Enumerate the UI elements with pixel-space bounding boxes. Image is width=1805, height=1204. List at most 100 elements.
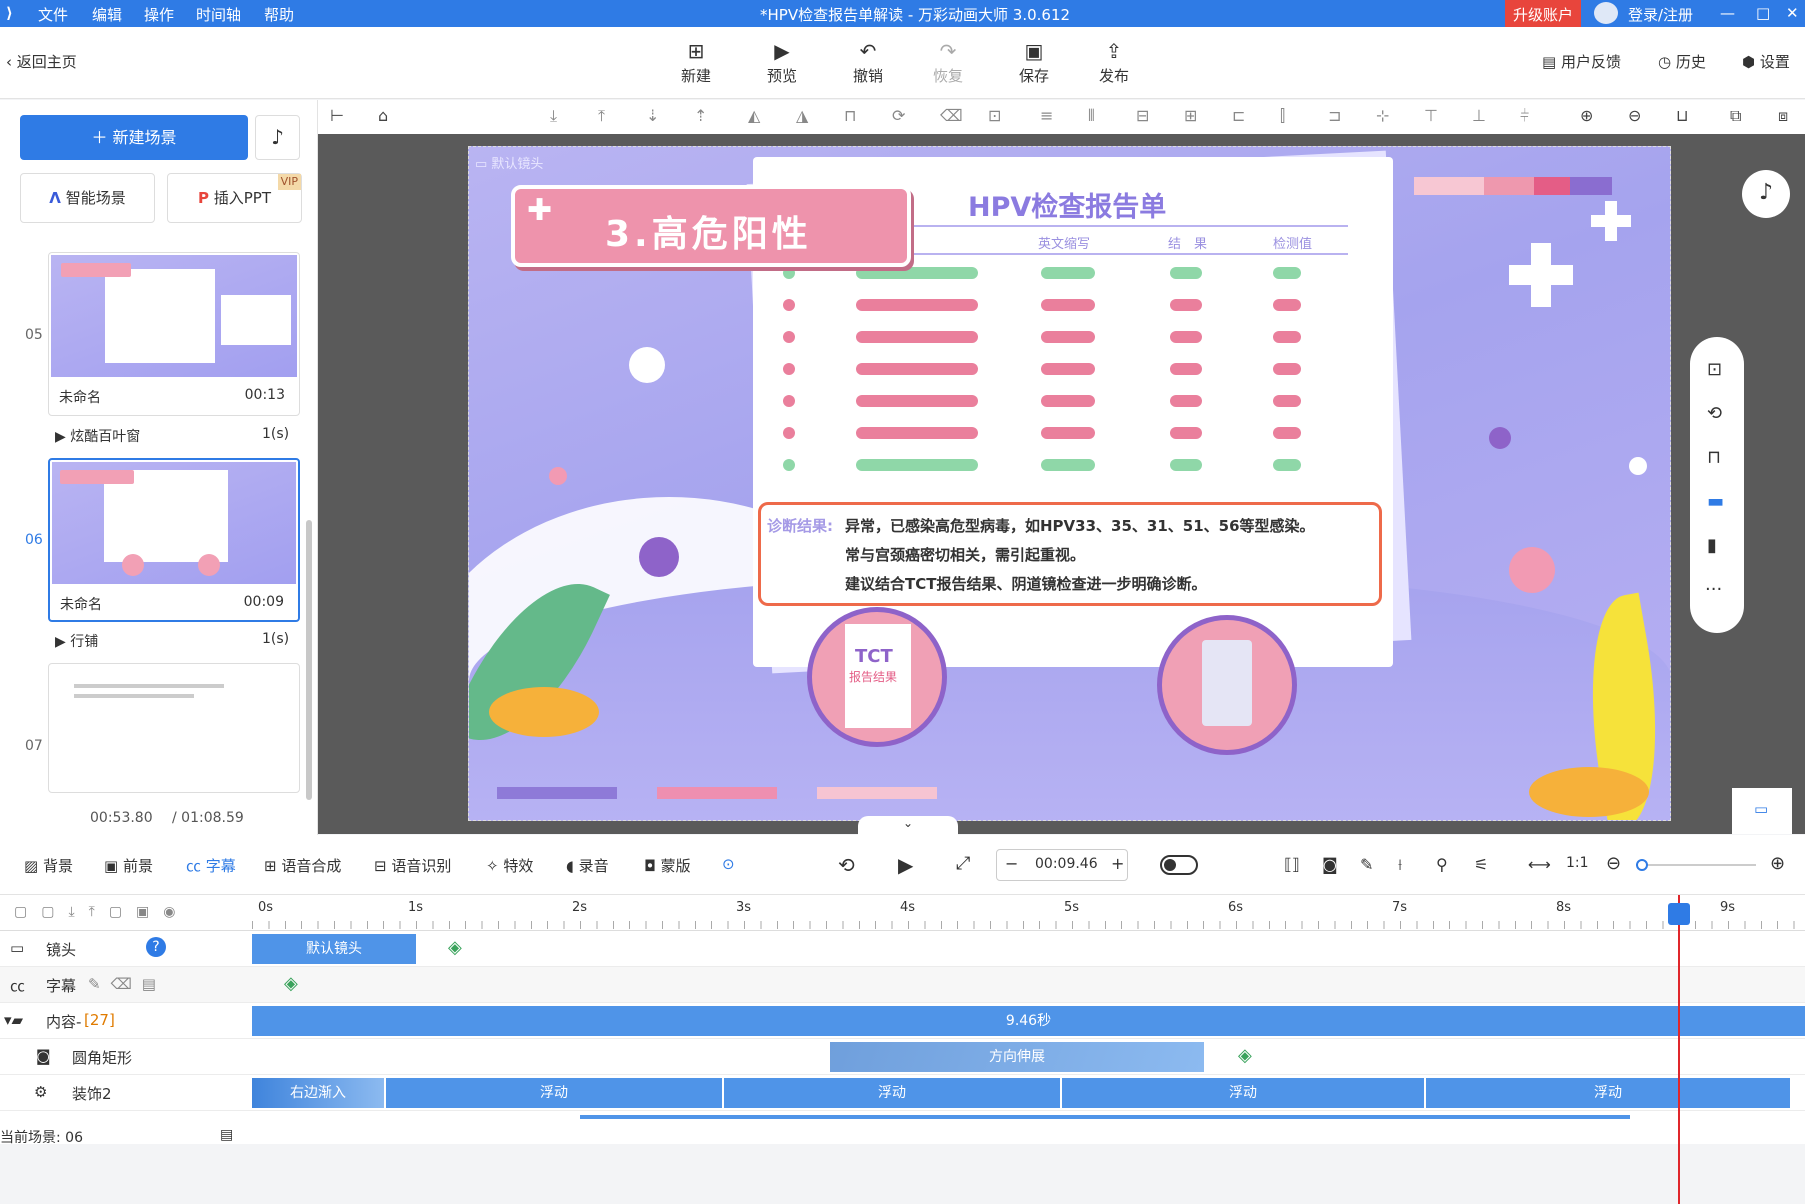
adjust-icon[interactable]: ⚟	[1474, 855, 1488, 874]
fg-button[interactable]: ▣ 前景	[104, 855, 153, 876]
menu-file[interactable]: 文件	[38, 4, 68, 25]
screen-icon[interactable]: ▬	[1707, 491, 1724, 512]
menu-help[interactable]: 帮助	[264, 4, 294, 25]
tts-button[interactable]: ⊞ 语音合成	[264, 855, 341, 876]
add-keyframe-icon[interactable]: ◈	[1238, 1045, 1252, 1066]
delete-icon[interactable]: ⌫	[940, 106, 963, 125]
align-bottom-icon[interactable]: ⤓	[550, 106, 557, 126]
play-button[interactable]: ▶	[898, 853, 913, 877]
settings-link[interactable]: ⬢ 设置	[1742, 51, 1790, 72]
minus-icon[interactable]: −	[1005, 854, 1018, 873]
bg-button[interactable]: ▨ 背景	[24, 855, 73, 876]
menu-edit[interactable]: 编辑	[92, 4, 122, 25]
redo-button[interactable]: ↷ 恢复	[918, 37, 978, 86]
playhead-handle[interactable]	[1668, 903, 1690, 925]
space-h-icon[interactable]: ⫿	[1280, 106, 1285, 126]
zoom-out-icon[interactable]: ⊖	[1606, 853, 1621, 874]
record-button[interactable]: ◖ 录音	[566, 855, 609, 876]
music-button[interactable]: ♪	[255, 115, 300, 160]
zoom-in-icon[interactable]: ⊕	[1580, 106, 1593, 125]
timeline-ruler[interactable]: ▢▢⤓⤒▢▣◉ 0s 1s 2s 3s 4s 5s 6s 7s 8s 9s	[0, 895, 1805, 931]
camera-clip[interactable]: 默认镜头	[252, 934, 416, 964]
copy-icon[interactable]: ⧉	[1730, 106, 1741, 126]
rect-clip[interactable]: 方向伸展	[830, 1042, 1204, 1072]
deco-clip[interactable]: 浮动	[1426, 1078, 1790, 1108]
crop-icon[interactable]: ⊡	[988, 106, 1001, 125]
add-keyframe-icon[interactable]: ◈	[284, 973, 298, 994]
help-icon[interactable]: ?	[146, 937, 166, 957]
align-mid-icon[interactable]: ⊞	[1184, 106, 1197, 125]
center-v-icon[interactable]: ⫩	[1520, 106, 1529, 126]
collapse-canvas-button[interactable]: ⌄	[858, 816, 958, 836]
lock-view-icon[interactable]: ⊓	[1707, 447, 1721, 468]
more-icon[interactable]: ···	[1705, 579, 1722, 600]
asr-button[interactable]: ⊟ 语音识别	[374, 855, 451, 876]
distribute-icon[interactable]: ⫴	[1088, 106, 1095, 126]
plus-icon[interactable]: +	[1111, 854, 1124, 873]
toggle-switch[interactable]	[1160, 855, 1198, 875]
new-scene-button[interactable]: ＋ 新建场景	[20, 115, 248, 160]
move-down-icon[interactable]: ⇣	[646, 106, 659, 125]
zoom-out-icon[interactable]: ⊖	[1628, 106, 1641, 125]
lock-icon[interactable]: ⊓	[844, 106, 856, 125]
deco-clip[interactable]: 浮动	[1062, 1078, 1424, 1108]
zoom-slider[interactable]	[1636, 859, 1756, 871]
filter-icon[interactable]: ⚲	[1436, 855, 1448, 874]
scene-scrollbar[interactable]	[306, 520, 312, 800]
time-value[interactable]: 00:09.46	[1035, 856, 1098, 872]
subtitle-track-tools[interactable]: ✎⌫▤	[88, 975, 166, 993]
zoom-in-icon[interactable]: ⊕	[1770, 853, 1785, 874]
insert-ppt-button[interactable]: P 插入PPT VIP	[167, 173, 302, 223]
time-stepper[interactable]: − 00:09.46 +	[996, 849, 1128, 881]
menu-operate[interactable]: 操作	[144, 4, 174, 25]
feedback-link[interactable]: ▤ 用户反馈	[1542, 51, 1621, 72]
deco-clip[interactable]: 浮动	[386, 1078, 722, 1108]
menu-timeline[interactable]: 时间轴	[196, 4, 241, 25]
minimap-button[interactable]: ▭	[1732, 788, 1792, 834]
note-icon[interactable]: ▤	[220, 1127, 233, 1143]
fit-width-icon[interactable]: ⟷	[1528, 855, 1551, 874]
fit-screen-icon[interactable]: ⊡	[1707, 359, 1722, 380]
close-icon[interactable]: ✕	[1786, 4, 1799, 22]
scene-thumb-05[interactable]: 未命名 00:13	[48, 252, 300, 416]
unlock-icon[interactable]: ⊔	[1676, 106, 1688, 125]
deco-clip[interactable]: 浮动	[724, 1078, 1060, 1108]
preview-button[interactable]: ▶ 预览	[752, 37, 812, 86]
align-right-icon[interactable]: ⊏	[1232, 106, 1245, 125]
align-top-icon[interactable]: ⤒	[598, 106, 605, 126]
smart-scene-button[interactable]: Λ 智能场景	[20, 173, 155, 223]
transition-06[interactable]: ▶ 行铺	[55, 631, 98, 651]
rotate-view-icon[interactable]: ⟲	[1707, 403, 1722, 424]
maximize-icon[interactable]: □	[1756, 4, 1770, 22]
new-button[interactable]: ⊞ 新建	[666, 37, 726, 86]
flip-v-icon[interactable]: ◮	[796, 106, 808, 125]
bottom-edge-icon[interactable]: ⊥	[1472, 106, 1486, 125]
zoom-slider-thumb[interactable]	[1636, 859, 1648, 871]
transition-05[interactable]: ▶ 炫酷百叶窗	[55, 426, 140, 446]
fx-button[interactable]: ✧ 特效	[486, 855, 533, 876]
back-home-link[interactable]: ‹ 返回主页	[6, 51, 77, 72]
replay-icon[interactable]: ⟲	[838, 853, 855, 877]
align-left-icon[interactable]: ≡	[1040, 106, 1053, 125]
align-center-icon[interactable]: ⊟	[1136, 106, 1149, 125]
next-track-clip[interactable]	[580, 1115, 1630, 1119]
home-icon[interactable]: ⌂	[378, 106, 388, 125]
scene-thumb-06[interactable]: 未命名 00:09	[48, 458, 300, 622]
ruler-icon[interactable]: ⊢	[330, 106, 344, 125]
playhead[interactable]	[1678, 895, 1680, 1204]
more-tools-icon[interactable]: ⊙	[722, 855, 735, 873]
layer-tools[interactable]: ▢▢⤓⤒▢▣◉	[14, 904, 190, 920]
move-up-icon[interactable]: ⇡	[694, 106, 707, 125]
top-edge-icon[interactable]: ⊤	[1424, 106, 1438, 125]
scene-stage[interactable]: ▭ 默认镜头 HPV检查报告单 英文缩写 结 果 检测值 诊断结果: 异常，已感…	[468, 146, 1671, 821]
phone-icon[interactable]: ▮	[1707, 535, 1717, 556]
split-icon[interactable]: ⟊	[1398, 855, 1402, 875]
music-toggle-button[interactable]: ♪	[1742, 170, 1790, 218]
avatar[interactable]	[1594, 2, 1618, 24]
space-v-icon[interactable]: ⊐	[1328, 106, 1341, 125]
ratio-icon[interactable]: 1:1	[1566, 855, 1589, 871]
content-clip[interactable]: 9.46秒	[252, 1006, 1805, 1036]
deco-clip[interactable]: 右边渐入	[252, 1078, 384, 1108]
edit-icon[interactable]: ✎	[1360, 855, 1373, 874]
add-keyframe-icon[interactable]: ◈	[448, 937, 462, 958]
